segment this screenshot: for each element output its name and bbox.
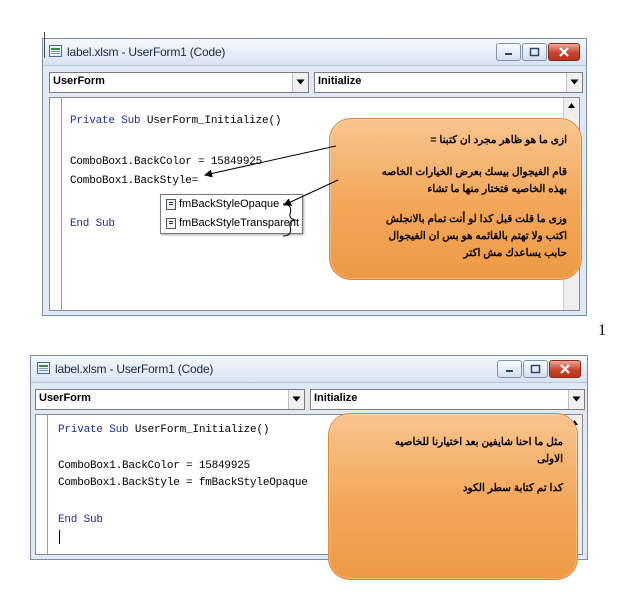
arrow-to-list [283,179,339,206]
code-line-end-sub: End Sub [58,514,103,526]
object-combo-dropdown[interactable] [288,390,304,409]
margin-indicator-bar [47,415,48,554]
procedure-combo-dropdown[interactable] [568,390,584,409]
procedure-combo-value: Initialize [314,392,358,404]
chevron-down-icon [292,396,301,402]
maximize-button[interactable] [523,360,548,378]
object-combo[interactable]: UserForm [35,389,305,410]
callout-text-3: كدا تم كتابة سطر الكود [462,482,563,494]
code-line-sub: Private Sub UserForm_Initialize() [58,424,269,436]
sub-name: UserForm_Initialize() [128,424,270,436]
annotation-callout-2: مثل ما احنا شايفين بعد اختيارنا للخاصيه … [328,413,578,580]
title-bar[interactable]: label.xlsm - UserForm1 (Code) [31,356,587,383]
maximize-icon [530,364,541,374]
page-number-marker: 1 [598,322,606,339]
callout-text-1: مثل ما احنا شايفين بعد اختيارنا للخاصيه [394,436,563,448]
arrow-to-backstyle [204,145,337,178]
combo-row: UserForm Initialize [35,389,585,410]
keyword-private-sub: Private Sub [58,424,129,436]
minimize-button[interactable] [497,360,522,378]
close-button[interactable] [549,360,581,378]
procedure-combo[interactable]: Initialize [310,389,585,410]
window-controls [497,360,581,378]
close-icon [560,364,570,374]
vba-editor-window-2: label.xlsm - UserForm1 (Code) UserForm I… [30,355,588,580]
code-line-backcolor: ComboBox1.BackColor = 15849925 [58,460,251,472]
text-cursor [59,530,60,544]
window-title: label.xlsm - UserForm1 (Code) [55,362,214,376]
code-line-backstyle: ComboBox1.BackStyle = fmBackStyleOpaque [58,477,308,489]
list-brace [282,203,297,237]
chevron-down-icon [572,396,581,402]
callout-text-2: الاولى [537,453,563,465]
excel-file-icon [37,362,50,374]
object-combo-value: UserForm [39,392,91,404]
minimize-icon [506,370,513,372]
